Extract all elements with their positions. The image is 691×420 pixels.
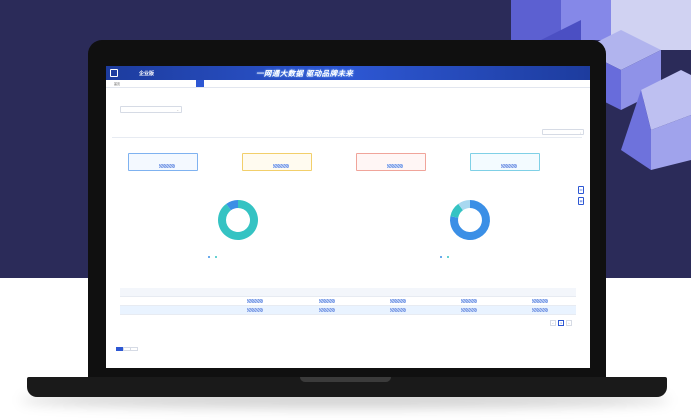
nav-item[interactable]: [132, 80, 140, 87]
table-cell: [505, 298, 576, 304]
pie-chart-left[interactable]: [214, 196, 262, 244]
sub-tabs: [116, 347, 138, 351]
nav-item[interactable]: [172, 80, 180, 87]
table-cell: [291, 307, 362, 313]
tab-divider: [112, 137, 582, 138]
side-toolbar: ☏ ▤: [578, 186, 584, 208]
legend-dot: [440, 256, 442, 258]
header-slogan: 一网通大数据 驱动品牌未来: [256, 69, 354, 78]
document-icon[interactable]: ▤: [578, 197, 584, 205]
table-cell: [291, 298, 362, 304]
nav-item[interactable]: [124, 80, 132, 87]
edition-label: 企业版: [139, 71, 155, 77]
summary-card-value: [159, 164, 175, 168]
masked-value: [318, 307, 335, 312]
prev-page-button[interactable]: ‹: [550, 320, 556, 326]
masked-value: [389, 307, 406, 312]
next-page-button[interactable]: ›: [566, 320, 572, 326]
table-cell: [362, 298, 433, 304]
page-button-current[interactable]: 1: [558, 320, 564, 326]
pagination: ‹ 1 ›: [548, 320, 572, 326]
table-row[interactable]: [120, 306, 576, 315]
app-header: 企业版 一网通大数据 驱动品牌未来: [106, 66, 590, 80]
summary-card[interactable]: [470, 153, 540, 171]
summary-card[interactable]: [128, 153, 198, 171]
masked-value: [318, 298, 335, 303]
nav-item[interactable]: [140, 80, 148, 87]
laptop-notch: [300, 377, 391, 382]
legend-dot: [208, 256, 210, 258]
masked-value: [389, 298, 406, 303]
calendar-icon: ▫: [580, 130, 581, 135]
headset-icon[interactable]: ☏: [578, 186, 584, 194]
masked-value: [247, 298, 264, 303]
summary-card[interactable]: [242, 153, 312, 171]
table-cell: [434, 298, 505, 304]
pie-legend-left: [208, 256, 218, 259]
summary-card-value: [273, 164, 289, 168]
legend-dot: [214, 256, 217, 258]
nav-item[interactable]: [196, 80, 205, 87]
summary-cards: [128, 153, 568, 171]
nav-item[interactable]: [156, 80, 164, 87]
brand-logo-icon[interactable]: [110, 69, 118, 77]
app-screen: 企业版 一网通大数据 驱动品牌未来 首页 ⌄ ▫ ☏ ▤ ‹ 1 ›: [106, 66, 590, 368]
table-cell: [220, 298, 291, 304]
nav-item[interactable]: [164, 80, 172, 87]
pie-legend-right: [440, 256, 450, 259]
pie-chart-right[interactable]: [446, 196, 494, 244]
header-links: [572, 71, 584, 75]
nav-item[interactable]: 首页: [110, 80, 124, 87]
table-cell: [362, 307, 433, 313]
table-row[interactable]: [120, 297, 576, 306]
nav-item[interactable]: [148, 80, 156, 87]
filter-select[interactable]: ⌄: [120, 106, 182, 113]
summary-card[interactable]: [356, 153, 426, 171]
masked-value: [461, 298, 478, 303]
nav-item[interactable]: [188, 80, 196, 87]
table-cell: [434, 307, 505, 313]
legend-dot: [446, 256, 449, 258]
data-table: [120, 288, 576, 315]
summary-card-value: [387, 164, 403, 168]
summary-card-value: [501, 164, 517, 168]
chevron-down-icon: ⌄: [176, 108, 179, 112]
sub-tab[interactable]: [130, 347, 138, 351]
table-cell: [220, 307, 291, 313]
date-picker[interactable]: ▫: [542, 129, 584, 135]
view-tabs: [112, 130, 136, 132]
masked-value: [247, 307, 264, 312]
masked-value: [461, 307, 478, 312]
table-header-row: [120, 288, 576, 297]
masked-value: [532, 298, 549, 303]
table-cell: [505, 307, 576, 313]
masked-value: [532, 307, 549, 312]
nav-item[interactable]: [180, 80, 188, 87]
main-nav: 首页: [106, 80, 590, 88]
